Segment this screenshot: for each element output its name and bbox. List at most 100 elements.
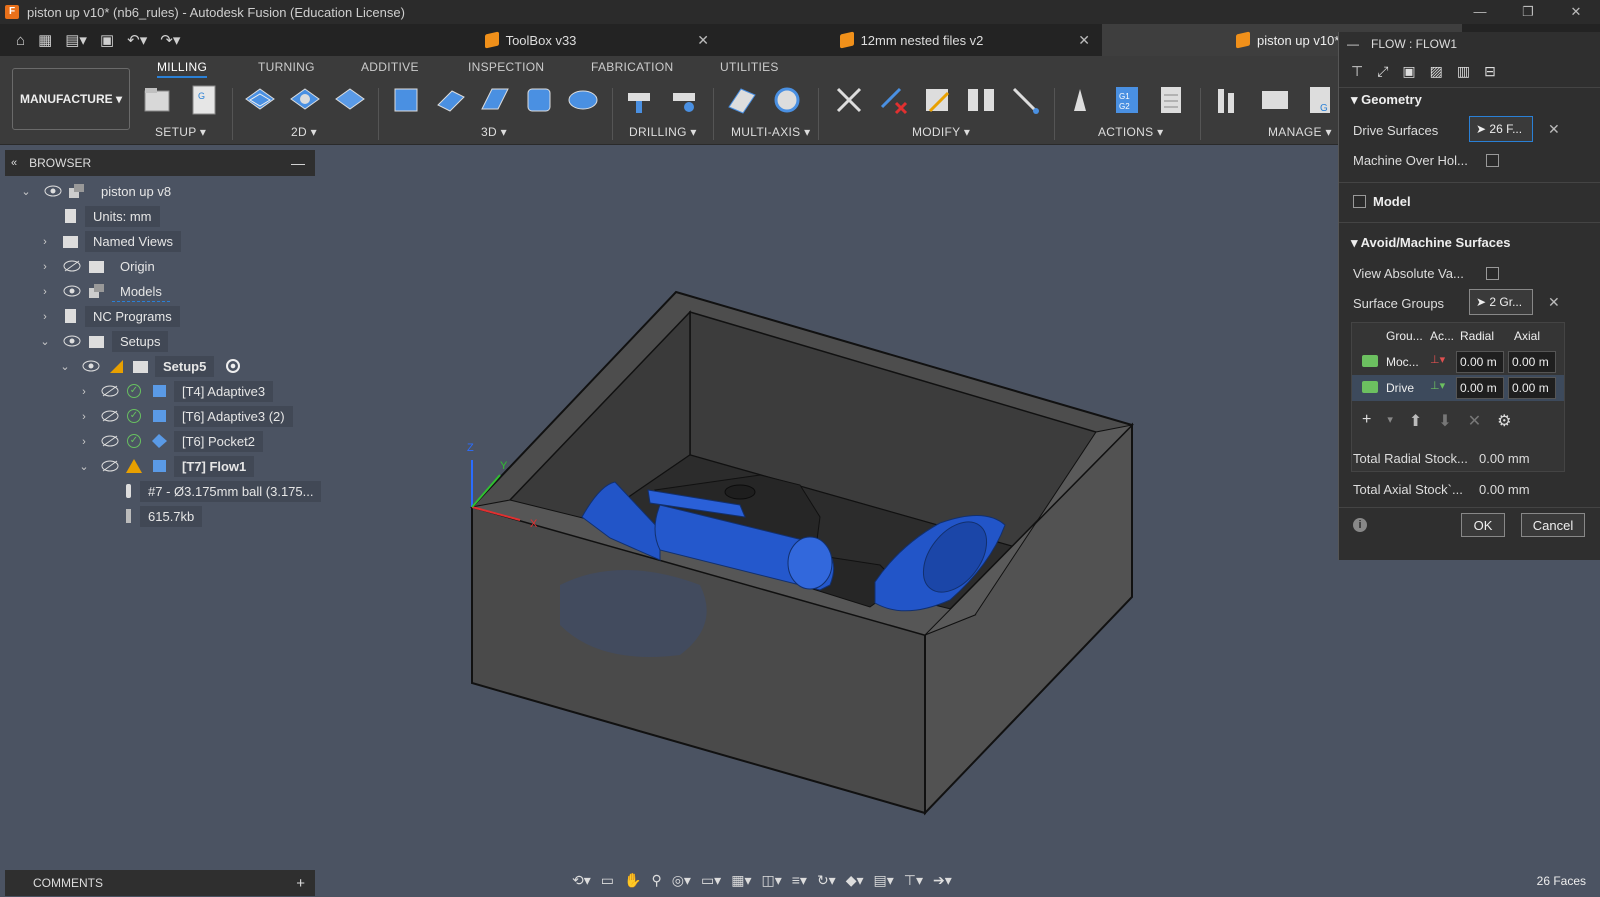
save-icon[interactable]: ▣ — [100, 31, 114, 49]
eye-icon[interactable] — [63, 335, 81, 347]
collapse-dialog-icon[interactable]: — — [1347, 37, 1359, 51]
zoom-icon[interactable]: ⚲ — [651, 872, 661, 889]
group-manage[interactable]: MANAGE ▾ — [1268, 125, 1332, 139]
add-dropdown-icon[interactable]: ▾ — [1387, 411, 1393, 431]
minimize-browser-icon[interactable]: — — [291, 155, 305, 171]
move-up-icon[interactable]: ⬆ — [1409, 411, 1422, 431]
collapse-arrow-icon[interactable]: ⌄ — [59, 360, 71, 373]
tab-additive[interactable]: ADDITIVE — [361, 60, 419, 74]
tab-turning[interactable]: TURNING — [258, 60, 315, 74]
face-icon[interactable] — [333, 83, 367, 117]
delete-toolpath-icon[interactable] — [876, 83, 910, 117]
setup-sheet-icon[interactable] — [1154, 83, 1188, 117]
ok-button[interactable]: OK — [1461, 513, 1505, 537]
new-setup-icon[interactable] — [142, 83, 176, 117]
3d-pocket-icon[interactable] — [434, 83, 468, 117]
view-absolute-checkbox[interactable] — [1486, 267, 1499, 280]
machine-library-icon[interactable] — [1258, 83, 1292, 117]
home-icon[interactable]: ⌂ — [16, 32, 25, 49]
model-checkbox[interactable] — [1353, 195, 1366, 208]
action-dropdown-icon[interactable]: ⊥▾ — [1430, 353, 1445, 366]
close-tab-icon[interactable]: ✕ — [1078, 32, 1090, 49]
group-actions[interactable]: ACTIONS ▾ — [1098, 125, 1163, 139]
expand-arrow-icon[interactable]: › — [78, 436, 90, 448]
eye-hidden-icon[interactable] — [63, 260, 81, 272]
list-settings-icon[interactable]: ≡▾ — [792, 872, 807, 889]
rotate-view-icon[interactable]: ↻▾ — [817, 872, 836, 889]
apps-grid-icon[interactable]: ▦ — [38, 31, 52, 49]
edit-notes-icon[interactable] — [920, 83, 954, 117]
close-tab-icon[interactable]: ✕ — [697, 32, 709, 49]
comments-bar[interactable]: COMMENTS + — [5, 870, 315, 896]
passes-tab-icon[interactable]: ▨ — [1430, 63, 1443, 80]
group-drilling[interactable]: DRILLING ▾ — [629, 125, 697, 139]
tab-toolbox[interactable]: ToolBox v33 ✕ — [340, 24, 721, 56]
geometry-section[interactable]: ▾ Geometry — [1351, 92, 1422, 108]
collapse-arrow-icon[interactable]: ⌄ — [39, 335, 51, 348]
collapse-browser-icon[interactable]: « — [11, 157, 17, 169]
pan-icon[interactable]: ✋ — [624, 872, 641, 889]
restore-icon[interactable]: ❐ — [1504, 0, 1552, 24]
swarf-icon[interactable] — [725, 83, 759, 117]
collapse-arrow-icon[interactable]: ⌄ — [20, 185, 32, 198]
tab-milling[interactable]: MILLING — [157, 60, 208, 78]
minimize-icon[interactable]: — — [1456, 0, 1504, 24]
add-group-icon[interactable]: + — [1362, 411, 1371, 431]
expand-arrow-icon[interactable]: › — [78, 411, 90, 423]
hole-recognition-icon[interactable] — [667, 83, 701, 117]
geometry-tab-icon[interactable]: ⤢ — [1377, 63, 1388, 80]
2d-pocket-icon[interactable] — [288, 83, 322, 117]
eye-icon[interactable] — [63, 285, 81, 297]
axial-stock-input[interactable]: 0.00 m — [1508, 377, 1556, 399]
tab-12mm-nested[interactable]: 12mm nested files v2 ✕ — [721, 24, 1102, 56]
toolpath-display-icon[interactable]: ➔▾ — [933, 872, 952, 889]
tab-utilities[interactable]: UTILITIES — [720, 60, 779, 74]
group-multi-axis[interactable]: MULTI-AXIS ▾ — [731, 125, 810, 139]
action-dropdown-icon[interactable]: ⊥▾ — [1430, 379, 1445, 392]
expand-arrow-icon[interactable]: › — [39, 261, 51, 273]
cancel-button[interactable]: Cancel — [1521, 513, 1585, 537]
template-library-icon[interactable]: G — [1304, 83, 1338, 117]
machine-over-holes-checkbox[interactable] — [1486, 154, 1499, 167]
collapse-arrow-icon[interactable]: ⌄ — [78, 460, 90, 473]
nc-program-icon[interactable]: G — [186, 83, 220, 117]
tab-inspection[interactable]: INSPECTION — [468, 60, 544, 74]
delete-group-icon[interactable]: ✕ — [1468, 411, 1481, 431]
pattern-icon[interactable] — [964, 83, 998, 117]
expand-arrow-icon[interactable]: › — [39, 311, 51, 323]
expand-arrow-icon[interactable]: › — [39, 286, 51, 298]
group-setup[interactable]: SETUP ▾ — [155, 125, 206, 139]
avoid-machine-section[interactable]: ▾ Avoid/Machine Surfaces — [1351, 235, 1510, 251]
tool-library-icon[interactable] — [1212, 83, 1246, 117]
eye-hidden-icon[interactable] — [101, 410, 119, 422]
tab-fabrication[interactable]: FABRICATION — [591, 60, 673, 74]
multi-axis-contour-icon[interactable] — [770, 83, 804, 117]
steep-shallow-icon[interactable] — [478, 83, 512, 117]
eye-icon[interactable] — [44, 185, 62, 197]
fit-icon[interactable]: ◎▾ — [672, 872, 691, 889]
redo-icon[interactable]: ↷▾ — [160, 31, 180, 49]
axial-stock-input[interactable]: 0.00 m — [1508, 351, 1556, 373]
tool-display-icon[interactable]: ⊤▾ — [904, 872, 923, 889]
radial-stock-input[interactable]: 0.00 m — [1456, 351, 1504, 373]
drive-surfaces-selector[interactable]: ➤ 26 F... — [1469, 116, 1533, 142]
table-row[interactable]: Moc... ⊥▾ 0.00 m 0.00 m — [1352, 349, 1564, 375]
linking-tab-icon[interactable]: ▥ — [1457, 63, 1470, 80]
post-tab-icon[interactable]: ⊟ — [1484, 63, 1496, 80]
eye-hidden-icon[interactable] — [101, 385, 119, 397]
surface-groups-selector[interactable]: ➤ 2 Gr... — [1469, 289, 1533, 315]
3d-adaptive-icon[interactable] — [389, 83, 423, 117]
trim-icon[interactable] — [832, 83, 866, 117]
2d-adaptive-icon[interactable] — [243, 83, 277, 117]
drill-icon[interactable] — [622, 83, 656, 117]
orbit-icon[interactable]: ⟲▾ — [572, 872, 591, 889]
move-down-icon[interactable]: ⬇ — [1438, 411, 1451, 431]
group-settings-icon[interactable]: ⚙ — [1497, 411, 1511, 431]
clear-surface-groups-icon[interactable]: ✕ — [1548, 294, 1560, 311]
tool-tab-icon[interactable]: ⊤ — [1351, 63, 1363, 80]
eye-hidden-icon[interactable] — [101, 435, 119, 447]
post-process-icon[interactable]: G1G2 — [1110, 83, 1144, 117]
grid-settings-icon[interactable]: ▦▾ — [731, 872, 751, 889]
group-modify[interactable]: MODIFY ▾ — [912, 125, 970, 139]
transform-icon[interactable] — [1008, 83, 1042, 117]
